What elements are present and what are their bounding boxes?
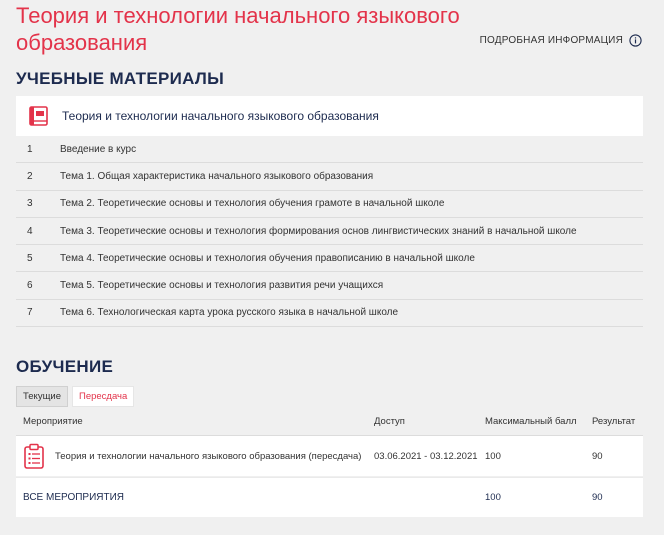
- column-event: Мероприятие: [23, 416, 83, 427]
- info-icon: [629, 34, 642, 47]
- topic-label: Тема 1. Общая характеристика начального …: [60, 170, 374, 182]
- book-icon: [28, 105, 50, 127]
- total-max-score: 100: [485, 492, 501, 503]
- column-access: Доступ: [374, 416, 405, 427]
- detailed-info-link[interactable]: ПОДРОБНАЯ ИНФОРМАЦИЯ: [480, 34, 642, 47]
- topic-number: 3: [27, 198, 33, 210]
- event-cell: Теория и технологии начального языкового…: [16, 443, 374, 469]
- events-table: Мероприятие Доступ Максимальный балл Рез…: [16, 408, 643, 517]
- learning-section-title: ОБУЧЕНИЕ: [16, 357, 114, 376]
- topic-label: Тема 6. Технологическая карта урока русс…: [60, 307, 399, 319]
- topic-label: Тема 3. Теоретические основы и технологи…: [60, 225, 577, 237]
- topic-label: Тема 2. Теоретические основы и технологи…: [60, 198, 445, 210]
- table-row[interactable]: Теория и технологии начального языкового…: [16, 436, 643, 476]
- total-label: ВСЕ МЕРОПРИЯТИЯ: [23, 492, 125, 503]
- topic-number: 1: [27, 143, 33, 155]
- topic-label: Введение в курс: [60, 143, 137, 155]
- topic-row[interactable]: 7 Тема 6. Технологическая карта урока ру…: [16, 300, 643, 328]
- topic-number: 5: [27, 252, 33, 264]
- column-max-score: Максимальный балл: [485, 416, 577, 427]
- total-result: 90: [592, 492, 603, 503]
- topic-number: 7: [27, 307, 33, 319]
- topic-row[interactable]: 1 Введение в курс: [16, 136, 643, 164]
- clipboard-icon: [23, 443, 45, 469]
- topic-row[interactable]: 3 Тема 2. Теоретические основы и техноло…: [16, 191, 643, 218]
- access-period: 03.06.2021 - 03.12.2021: [374, 450, 478, 462]
- info-label: ПОДРОБНАЯ ИНФОРМАЦИЯ: [479, 35, 623, 46]
- result-score: 90: [592, 450, 603, 462]
- course-title: Теория и технологии начального языкового…: [62, 109, 379, 123]
- topic-row[interactable]: 4 Тема 3. Теоретические основы и техноло…: [16, 218, 643, 246]
- event-title[interactable]: Теория и технологии начального языкового…: [55, 451, 361, 462]
- page-title: Теория и технологии начального языкового…: [16, 3, 460, 55]
- topic-row[interactable]: 2 Тема 1. Общая характеристика начальног…: [16, 163, 643, 191]
- topic-label: Тема 5. Теоретические основы и технологи…: [60, 280, 384, 292]
- table-header: Мероприятие Доступ Максимальный балл Рез…: [16, 408, 643, 436]
- materials-section-title: УЧЕБНЫЕ МАТЕРИАЛЫ: [16, 69, 225, 88]
- tab-current[interactable]: Текущие: [16, 386, 68, 407]
- max-score: 100: [485, 450, 501, 462]
- topic-number: 2: [27, 170, 33, 182]
- topic-number: 6: [27, 280, 33, 292]
- learning-tabs: Текущие Пересдача: [16, 386, 135, 407]
- tab-retake[interactable]: Пересдача: [71, 386, 135, 407]
- topic-row[interactable]: 6 Тема 5. Теоретические основы и техноло…: [16, 272, 643, 300]
- course-materials-card[interactable]: Теория и технологии начального языкового…: [16, 96, 643, 136]
- topic-number: 4: [27, 225, 33, 237]
- column-result: Результат: [592, 416, 636, 427]
- topic-row[interactable]: 5 Тема 4. Теоретические основы и техноло…: [16, 245, 643, 273]
- topic-label: Тема 4. Теоретические основы и технологи…: [60, 252, 475, 264]
- table-total-row: ВСЕ МЕРОПРИЯТИЯ 100 90: [16, 477, 643, 517]
- topic-list: 1 Введение в курс 2 Тема 1. Общая характ…: [16, 136, 643, 328]
